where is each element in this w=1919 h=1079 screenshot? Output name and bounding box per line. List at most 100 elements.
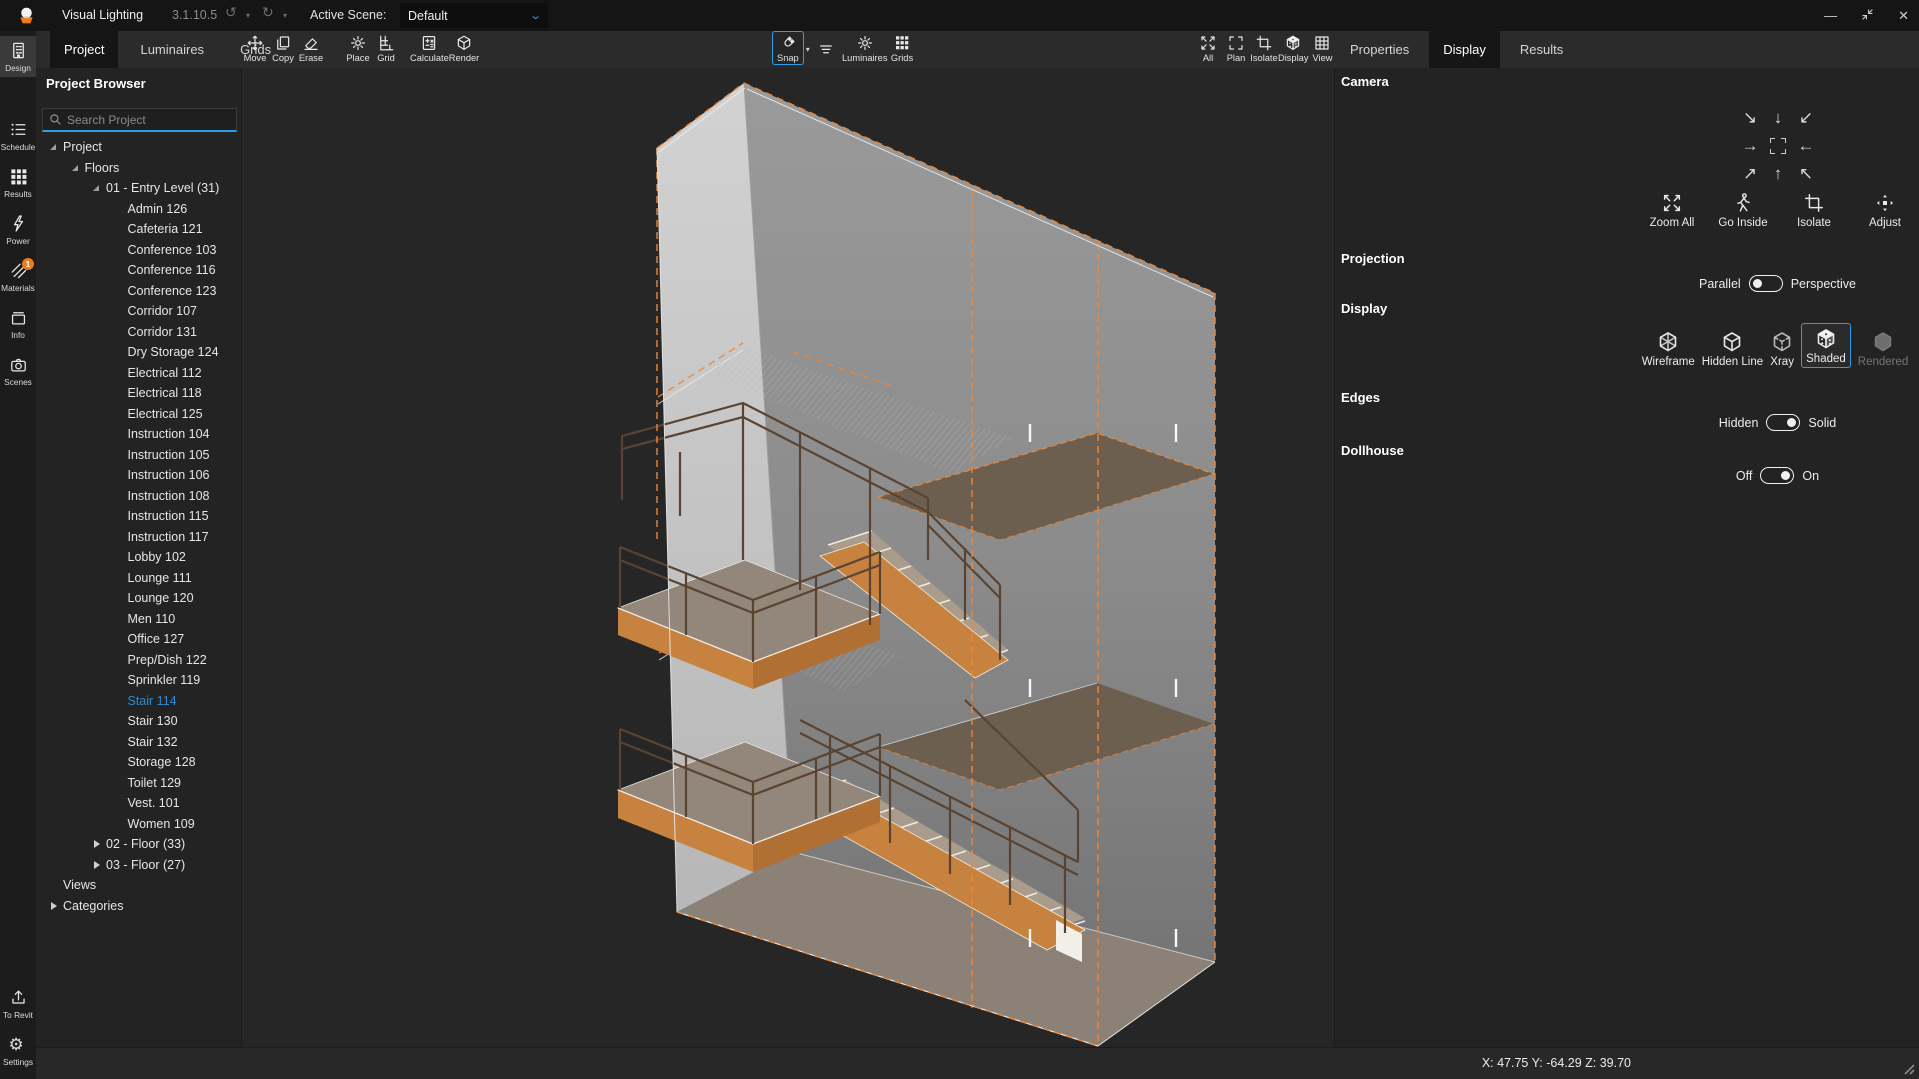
- camera-arrow-center-target-icon[interactable]: [1764, 132, 1792, 160]
- toolbar-button-display[interactable]: Display: [1278, 31, 1308, 63]
- tab-project[interactable]: Project: [50, 31, 118, 68]
- toolbar-button-copy[interactable]: Copy: [269, 31, 297, 63]
- tree-item-instruction-108[interactable]: Instruction 108: [36, 486, 242, 507]
- sidebar-item-info[interactable]: Info: [0, 303, 36, 344]
- tree-item-lounge-120[interactable]: Lounge 120: [36, 588, 242, 609]
- tree-item-conference-116[interactable]: Conference 116: [36, 260, 242, 281]
- sidebar-item-power[interactable]: Power: [0, 209, 36, 250]
- display-mode-hidden-line[interactable]: Hidden Line: [1702, 330, 1763, 368]
- camera-arrow-up-left-icon[interactable]: ↖: [1792, 160, 1820, 188]
- tree-item-03-floor-27-[interactable]: 03 - Floor (27): [36, 855, 242, 876]
- toolbar-button-move[interactable]: Move: [241, 31, 269, 63]
- tree-item-floors[interactable]: Floors: [36, 158, 242, 179]
- toolbar-button-all[interactable]: All: [1194, 31, 1222, 63]
- display-mode-shaded[interactable]: Shaded: [1801, 323, 1851, 368]
- tree-item-electrical-125[interactable]: Electrical 125: [36, 404, 242, 425]
- toolbar-button-snap[interactable]: Snap: [772, 31, 804, 65]
- tree-item-instruction-115[interactable]: Instruction 115: [36, 506, 242, 527]
- undo-dropdown-icon[interactable]: ▾: [246, 11, 250, 20]
- tree-item-instruction-106[interactable]: Instruction 106: [36, 465, 242, 486]
- redo-icon[interactable]: ↻: [262, 4, 274, 21]
- search-input[interactable]: Search Project: [42, 108, 237, 132]
- tree-item-electrical-112[interactable]: Electrical 112: [36, 363, 242, 384]
- tree-item-conference-123[interactable]: Conference 123: [36, 281, 242, 302]
- expander-closed-icon[interactable]: [92, 839, 102, 849]
- sidebar-item-schedule[interactable]: Schedule: [0, 115, 36, 156]
- toolbar-button-grids[interactable]: Grids: [888, 31, 916, 63]
- panel-tab-display[interactable]: Display: [1429, 31, 1500, 68]
- toolbar-button-luminaires[interactable]: Luminaires: [842, 31, 887, 63]
- toolbar-button-place[interactable]: Place: [344, 31, 372, 63]
- tree-item-women-109[interactable]: Women 109: [36, 814, 242, 835]
- camera-button-adjust[interactable]: Adjust: [1853, 192, 1917, 229]
- toolbar-button-plan[interactable]: Plan: [1222, 31, 1250, 63]
- camera-arrow-down-right-icon[interactable]: ↘: [1736, 104, 1764, 132]
- active-scene-select[interactable]: Default ⌄: [400, 3, 548, 28]
- toolbar-button-calculate[interactable]: Calculate: [410, 31, 449, 63]
- undo-icon[interactable]: ↺: [225, 4, 237, 21]
- toolbar-button-view[interactable]: View: [1308, 31, 1336, 63]
- expander-open-icon[interactable]: [49, 142, 59, 152]
- sidebar-item-results[interactable]: Results: [0, 162, 36, 203]
- toolbar-button-line-weights[interactable]: [812, 31, 840, 58]
- tree-item-toilet-129[interactable]: Toilet 129: [36, 773, 242, 794]
- panel-tab-results[interactable]: Results: [1506, 31, 1577, 68]
- camera-arrow-down-left-icon[interactable]: ↙: [1792, 104, 1820, 132]
- tree-item-01-entry-level-31-[interactable]: 01 - Entry Level (31): [36, 178, 242, 199]
- tree-item-lounge-111[interactable]: Lounge 111: [36, 568, 242, 589]
- viewport-3d[interactable]: [242, 68, 1334, 1047]
- tree-item-conference-103[interactable]: Conference 103: [36, 240, 242, 261]
- tree-item-dry-storage-124[interactable]: Dry Storage 124: [36, 342, 242, 363]
- tree-item-corridor-131[interactable]: Corridor 131: [36, 322, 242, 343]
- tree-item-cafeteria-121[interactable]: Cafeteria 121: [36, 219, 242, 240]
- sidebar-item-materials[interactable]: 1Materials: [0, 256, 36, 297]
- tree-item-lobby-102[interactable]: Lobby 102: [36, 547, 242, 568]
- camera-arrow-down-icon[interactable]: ↓: [1764, 104, 1792, 132]
- tree-item-instruction-104[interactable]: Instruction 104: [36, 424, 242, 445]
- tab-luminaires[interactable]: Luminaires: [126, 31, 218, 68]
- camera-button-zoom-all[interactable]: Zoom All: [1640, 192, 1704, 229]
- restore-button[interactable]: [1861, 8, 1874, 24]
- tree-item-instruction-117[interactable]: Instruction 117: [36, 527, 242, 548]
- redo-dropdown-icon[interactable]: ▾: [283, 11, 287, 20]
- tree-item-views[interactable]: Views: [36, 875, 242, 896]
- tree-item-categories[interactable]: Categories: [36, 896, 242, 917]
- projection-toggle[interactable]: [1749, 275, 1783, 292]
- tree-item-02-floor-33-[interactable]: 02 - Floor (33): [36, 834, 242, 855]
- dollhouse-toggle[interactable]: [1760, 467, 1794, 484]
- tree-item-electrical-118[interactable]: Electrical 118: [36, 383, 242, 404]
- display-mode-xray[interactable]: Xray: [1770, 330, 1794, 368]
- tree-item-office-127[interactable]: Office 127: [36, 629, 242, 650]
- tree-item-instruction-105[interactable]: Instruction 105: [36, 445, 242, 466]
- display-mode-wireframe[interactable]: Wireframe: [1642, 330, 1695, 368]
- tree-item-stair-132[interactable]: Stair 132: [36, 732, 242, 753]
- camera-arrow-up-icon[interactable]: ↑: [1764, 160, 1792, 188]
- sidebar-item-settings[interactable]: ⚙Settings: [0, 1030, 36, 1071]
- tree-item-prep-dish-122[interactable]: Prep/Dish 122: [36, 650, 242, 671]
- camera-arrow-right-icon[interactable]: →: [1736, 132, 1764, 160]
- tree-item-stair-130[interactable]: Stair 130: [36, 711, 242, 732]
- tree-item-project[interactable]: Project: [36, 137, 242, 158]
- toolbar-button-erase[interactable]: Erase: [297, 31, 325, 63]
- edges-toggle[interactable]: [1766, 414, 1800, 431]
- sidebar-item-scenes[interactable]: Scenes: [0, 350, 36, 391]
- toolbar-button-isolate[interactable]: Isolate: [1250, 31, 1278, 63]
- panel-tab-properties[interactable]: Properties: [1336, 31, 1423, 68]
- tree-item-corridor-107[interactable]: Corridor 107: [36, 301, 242, 322]
- snap-dropdown-icon[interactable]: ▾: [806, 45, 810, 54]
- expander-closed-icon[interactable]: [92, 860, 102, 870]
- toolbar-button-grid[interactable]: Grid: [372, 31, 400, 63]
- camera-button-isolate[interactable]: Isolate: [1782, 192, 1846, 229]
- minimize-button[interactable]: —: [1824, 8, 1837, 23]
- camera-arrow-left-icon[interactable]: ←: [1792, 132, 1820, 160]
- resize-grip-icon[interactable]: [1901, 1061, 1915, 1075]
- sidebar-item-design[interactable]: Design: [0, 36, 36, 77]
- tree-item-stair-114[interactable]: Stair 114: [36, 691, 242, 712]
- sidebar-item-to-revit[interactable]: To Revit: [0, 983, 36, 1024]
- camera-arrow-up-right-icon[interactable]: ↗: [1736, 160, 1764, 188]
- toolbar-button-render[interactable]: Render: [449, 31, 480, 63]
- tree-item-sprinkler-119[interactable]: Sprinkler 119: [36, 670, 242, 691]
- camera-rotate-pad[interactable]: ↘↓↙ → ← ↗↑↖: [1736, 104, 1820, 188]
- camera-button-go-inside[interactable]: Go Inside: [1711, 192, 1775, 229]
- display-mode-rendered[interactable]: Rendered: [1858, 330, 1909, 368]
